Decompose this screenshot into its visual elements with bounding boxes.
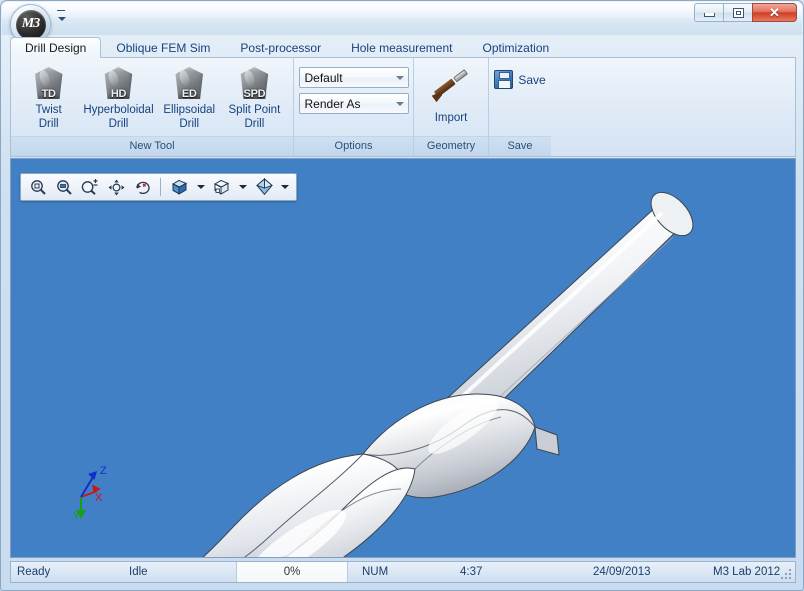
- drill-icon-code: TD: [41, 88, 56, 100]
- window-controls: ✕: [694, 3, 797, 22]
- viewport-toolbar: [20, 173, 297, 201]
- minimize-button[interactable]: [694, 3, 723, 22]
- title-bar: [2, 2, 802, 35]
- preset-combobox[interactable]: Default: [298, 67, 409, 88]
- tab-label: Optimization: [482, 41, 550, 55]
- tab-label: Drill Design: [25, 41, 87, 55]
- split-point-drill-label-1: Split Point: [228, 104, 281, 116]
- hyperboloidal-drill-label-2: Drill: [108, 118, 129, 130]
- split-point-drill-button[interactable]: SPD Split Point Drill: [222, 62, 287, 132]
- drill-icon-code: ED: [181, 88, 197, 100]
- drill-icon-code: SPD: [243, 88, 266, 100]
- import-button[interactable]: Import: [420, 66, 482, 128]
- tab-oblique-fem-sim[interactable]: Oblique FEM Sim: [101, 37, 225, 58]
- zoom-out-icon[interactable]: [52, 175, 76, 199]
- view-shaded-dropdown[interactable]: [195, 176, 207, 198]
- render-as-combobox[interactable]: Render As: [298, 93, 409, 114]
- 3d-viewport[interactable]: Z X Y: [10, 158, 796, 558]
- quick-access-toolbar-dropdown[interactable]: [56, 10, 67, 24]
- resize-grip[interactable]: [779, 567, 793, 581]
- ribbon-group-options: Default Render As Options: [294, 58, 414, 156]
- toolbar-separator: [160, 178, 161, 196]
- status-progress: 0%: [236, 562, 348, 582]
- ribbon-group-title-save: Save: [489, 136, 551, 156]
- ribbon-empty-area: [551, 58, 795, 156]
- tab-drill-design[interactable]: Drill Design: [10, 37, 102, 58]
- ribbon-tabstrip: Drill Design Oblique FEM Sim Post-proces…: [10, 36, 796, 58]
- ribbon-group-save-body: Save: [489, 58, 551, 136]
- twist-drill-label-1: Twist: [35, 104, 62, 116]
- tab-label: Post-processor: [240, 41, 322, 55]
- hyperboloidal-drill-label-1: Hyperboloidal: [83, 104, 154, 116]
- ribbon-group-new-tool-body: TD Twist Drill HD Hyperboloidal Drill ED…: [11, 58, 293, 136]
- twist-drill-label-2: Drill: [38, 118, 59, 130]
- save-label: Save: [518, 72, 546, 87]
- ellipsoidal-drill-label-1: Ellipsoidal: [163, 104, 216, 116]
- view-shaded-icon[interactable]: [167, 175, 193, 199]
- drill-tip-icon: ED: [168, 65, 210, 103]
- status-date: 24/09/2013: [593, 566, 651, 578]
- ribbon-group-options-body: Default Render As: [294, 58, 413, 136]
- axis-triad: Z X Y: [73, 465, 107, 521]
- maximize-icon: [732, 7, 744, 18]
- rotate-icon[interactable]: [130, 175, 154, 199]
- ribbon-group-save: Save Save: [489, 58, 551, 156]
- ellipsoidal-drill-button[interactable]: ED Ellipsoidal Drill: [157, 62, 222, 132]
- app-logo-icon: M3: [15, 9, 46, 40]
- status-bar: Ready Idle 0% NUM 4:37 24/09/2013 M3 Lab…: [10, 561, 796, 583]
- maximize-button[interactable]: [723, 3, 752, 22]
- ribbon-group-title-options: Options: [294, 136, 413, 156]
- ellipsoidal-drill-label-2: Drill: [179, 118, 200, 130]
- zoom-fit-icon[interactable]: [78, 175, 102, 199]
- zoom-window-icon[interactable]: [26, 175, 50, 199]
- status-time: 4:37: [460, 566, 483, 578]
- view-wireframe-icon[interactable]: [209, 175, 235, 199]
- drill-tip-icon: HD: [97, 65, 139, 103]
- axis-label-z: Z: [100, 465, 107, 477]
- tab-post-processor[interactable]: Post-processor: [225, 37, 336, 58]
- floppy-disk-icon: [494, 70, 514, 89]
- drill-tip-icon: SPD: [233, 65, 275, 103]
- window-frame: ✕ M3 Drill Design Oblique FEM Sim Post-p…: [0, 0, 804, 591]
- close-button[interactable]: ✕: [752, 3, 797, 22]
- status-num-lock: NUM: [362, 566, 389, 578]
- status-idle: Idle: [129, 566, 148, 578]
- axis-label-x: X: [95, 492, 103, 504]
- ribbon-group-title-new-tool: New Tool: [11, 136, 293, 156]
- ribbon-group-geometry: Import Geometry: [414, 58, 489, 156]
- axis-label-y: Y: [73, 511, 80, 521]
- twist-drill-button[interactable]: TD Twist Drill: [17, 62, 80, 132]
- ribbon-panel: TD Twist Drill HD Hyperboloidal Drill ED…: [10, 57, 796, 157]
- split-point-drill-label-2: Drill: [244, 118, 265, 130]
- chevron-down-icon: [392, 68, 408, 87]
- app-logo-label: M3: [21, 15, 40, 31]
- tab-optimization[interactable]: Optimization: [467, 37, 564, 58]
- close-icon: ✕: [769, 5, 780, 20]
- drill-tool-icon: [429, 69, 473, 109]
- view-wireframe-dropdown[interactable]: [237, 176, 249, 198]
- twist-drill-3d-model: [202, 191, 694, 557]
- view-orientation-dropdown[interactable]: [279, 176, 291, 198]
- pan-icon[interactable]: [104, 175, 128, 199]
- tab-label: Oblique FEM Sim: [116, 41, 211, 55]
- drill-icon-code: HD: [110, 88, 127, 100]
- tab-hole-measurement[interactable]: Hole measurement: [336, 37, 467, 58]
- hyperboloidal-drill-button[interactable]: HD Hyperboloidal Drill: [80, 62, 156, 132]
- status-ready: Ready: [17, 566, 51, 578]
- import-label: Import: [434, 112, 468, 124]
- minimize-icon: [703, 12, 715, 17]
- title-bar-sheen: [2, 2, 802, 18]
- application-window: ✕ M3 Drill Design Oblique FEM Sim Post-p…: [0, 0, 804, 591]
- tab-label: Hole measurement: [351, 41, 453, 55]
- ribbon-group-new-tool: TD Twist Drill HD Hyperboloidal Drill ED…: [11, 58, 294, 156]
- ribbon-group-geometry-body: Import: [414, 58, 488, 136]
- save-button[interactable]: Save: [487, 66, 552, 93]
- render-as-combobox-value: Render As: [304, 96, 361, 111]
- chevron-down-icon: [392, 94, 408, 113]
- preset-combobox-value: Default: [304, 70, 343, 85]
- drill-tip-icon: TD: [28, 65, 70, 103]
- ribbon-group-title-geometry: Geometry: [414, 136, 488, 156]
- view-orientation-icon[interactable]: [251, 175, 277, 199]
